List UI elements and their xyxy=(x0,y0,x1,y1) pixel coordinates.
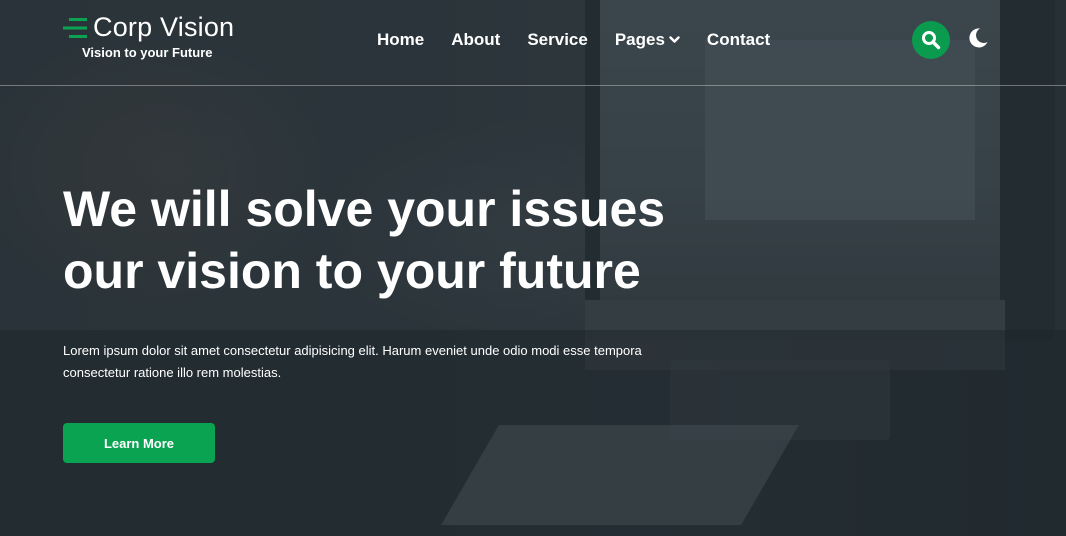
nav-label: About xyxy=(451,30,501,49)
nav-label: Service xyxy=(527,30,588,49)
hero-title-line1: We will solve your issues xyxy=(63,181,666,237)
brand-name: Corp Vision xyxy=(93,12,235,42)
moon-icon[interactable] xyxy=(967,27,989,49)
brand-tagline: Vision to your Future xyxy=(82,45,213,60)
search-icon xyxy=(922,31,941,50)
nav-label: Contact xyxy=(706,30,771,49)
nav-item-pages[interactable]: Pages xyxy=(615,30,680,50)
search-button[interactable] xyxy=(912,21,950,59)
nav-label: Home xyxy=(377,30,425,49)
nav-label: Pages xyxy=(614,30,665,49)
hero-title: We will solve your issues our vision to … xyxy=(63,178,743,302)
nav-item-about[interactable]: About xyxy=(451,30,500,50)
learn-more-button[interactable]: Learn More xyxy=(63,423,215,463)
menu-lines-icon xyxy=(63,17,87,38)
nav-item-service[interactable]: Service xyxy=(527,30,588,50)
nav-item-contact[interactable]: Contact xyxy=(707,30,770,50)
chevron-down-icon xyxy=(669,36,680,43)
hero-description: Lorem ipsum dolor sit amet consectetur a… xyxy=(63,343,642,380)
main-nav: Home About Service Pages Contact xyxy=(377,30,797,50)
nav-item-home[interactable]: Home xyxy=(377,30,424,50)
logo[interactable]: Corp Vision Vision to your Future xyxy=(63,12,234,60)
site-header: Corp Vision Vision to your Future Home A… xyxy=(0,0,1066,86)
hero-title-line2: our vision to your future xyxy=(63,243,641,299)
